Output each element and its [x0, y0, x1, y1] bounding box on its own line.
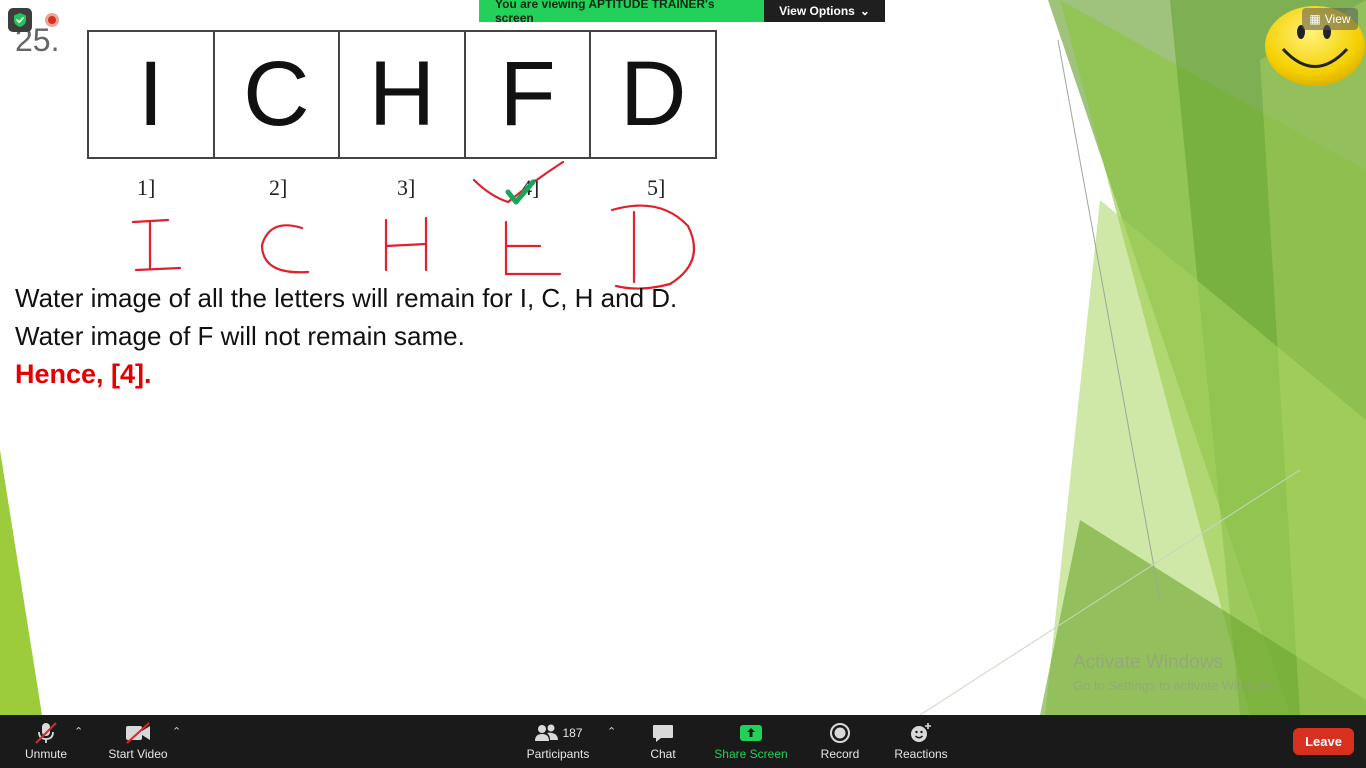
video-off-icon	[126, 722, 150, 744]
view-options-button[interactable]: View Options ⌄	[764, 0, 885, 22]
option-label: 3]	[397, 175, 416, 200]
viewing-status-label: You are viewing APTITUDE TRAINER's scree…	[479, 0, 764, 25]
letter-box: I	[89, 32, 215, 157]
video-options-caret-icon[interactable]: ⌃	[172, 725, 181, 738]
encryption-shield-icon[interactable]	[8, 8, 32, 32]
reactions-button[interactable]: Reactions	[892, 715, 950, 768]
grid-icon: ▦	[1309, 12, 1321, 26]
recording-indicator-icon	[45, 13, 59, 27]
participants-label: Participants	[526, 747, 590, 761]
option-label: 1]	[137, 175, 156, 200]
chat-label: Chat	[650, 747, 676, 761]
record-button[interactable]: Record	[818, 715, 862, 768]
share-screen-button[interactable]: Share Screen	[714, 715, 788, 768]
unmute-button[interactable]: Unmute	[22, 715, 70, 768]
start-video-label: Start Video	[108, 747, 168, 761]
leave-button[interactable]: Leave	[1293, 728, 1354, 755]
record-label: Record	[820, 747, 860, 761]
participants-options-caret-icon[interactable]: ⌃	[607, 725, 616, 738]
option-label: 5]	[647, 175, 666, 200]
explanation-line: Water image of all the letters will rema…	[15, 283, 678, 313]
screen-share-banner: You are viewing APTITUDE TRAINER's scree…	[479, 0, 885, 25]
record-icon	[830, 723, 850, 743]
reactions-icon	[911, 723, 931, 742]
chevron-down-icon: ⌄	[859, 4, 870, 18]
participants-count: 187	[562, 726, 583, 740]
letter-box: D	[619, 43, 687, 145]
start-video-button[interactable]: Start Video	[106, 715, 170, 768]
watermark-subtitle: Go to Settings to activate Windows.	[1073, 678, 1279, 693]
option-label: 4]	[521, 175, 540, 200]
letter-box: H	[340, 32, 466, 157]
chat-icon	[653, 725, 673, 742]
view-button-label: View	[1324, 12, 1351, 26]
share-screen-icon	[740, 725, 762, 741]
watermark-title: Activate Windows	[1073, 652, 1223, 673]
reactions-label: Reactions	[894, 747, 948, 761]
participants-button[interactable]: 187 Participants	[524, 715, 592, 768]
unmute-label: Unmute	[24, 747, 68, 761]
participants-icon	[535, 724, 559, 741]
share-screen-label: Share Screen	[714, 747, 788, 761]
view-button[interactable]: ▦ View	[1302, 8, 1358, 30]
option-label: 2]	[269, 175, 288, 200]
letter-box: F	[466, 32, 592, 157]
windows-activation-watermark: Activate Windows Go to Settings to activ…	[1073, 652, 1278, 693]
view-options-label: View Options	[779, 4, 855, 18]
meeting-toolbar: Unmute ⌃ Start Video ⌃ 187 Participants …	[0, 715, 1366, 768]
chat-button[interactable]: Chat	[644, 715, 682, 768]
audio-options-caret-icon[interactable]: ⌃	[74, 725, 83, 738]
letter-options-grid: I C H F D	[87, 30, 717, 159]
muted-microphone-icon	[35, 722, 57, 744]
answer-text: Hence, [4].	[15, 359, 152, 389]
shared-screen: 25. I C H F D 1] 2] 3] 4] 5] Water image…	[0, 0, 1366, 715]
letter-box: C	[215, 32, 341, 157]
explanation-line: Water image of F will not remain same.	[15, 321, 465, 351]
